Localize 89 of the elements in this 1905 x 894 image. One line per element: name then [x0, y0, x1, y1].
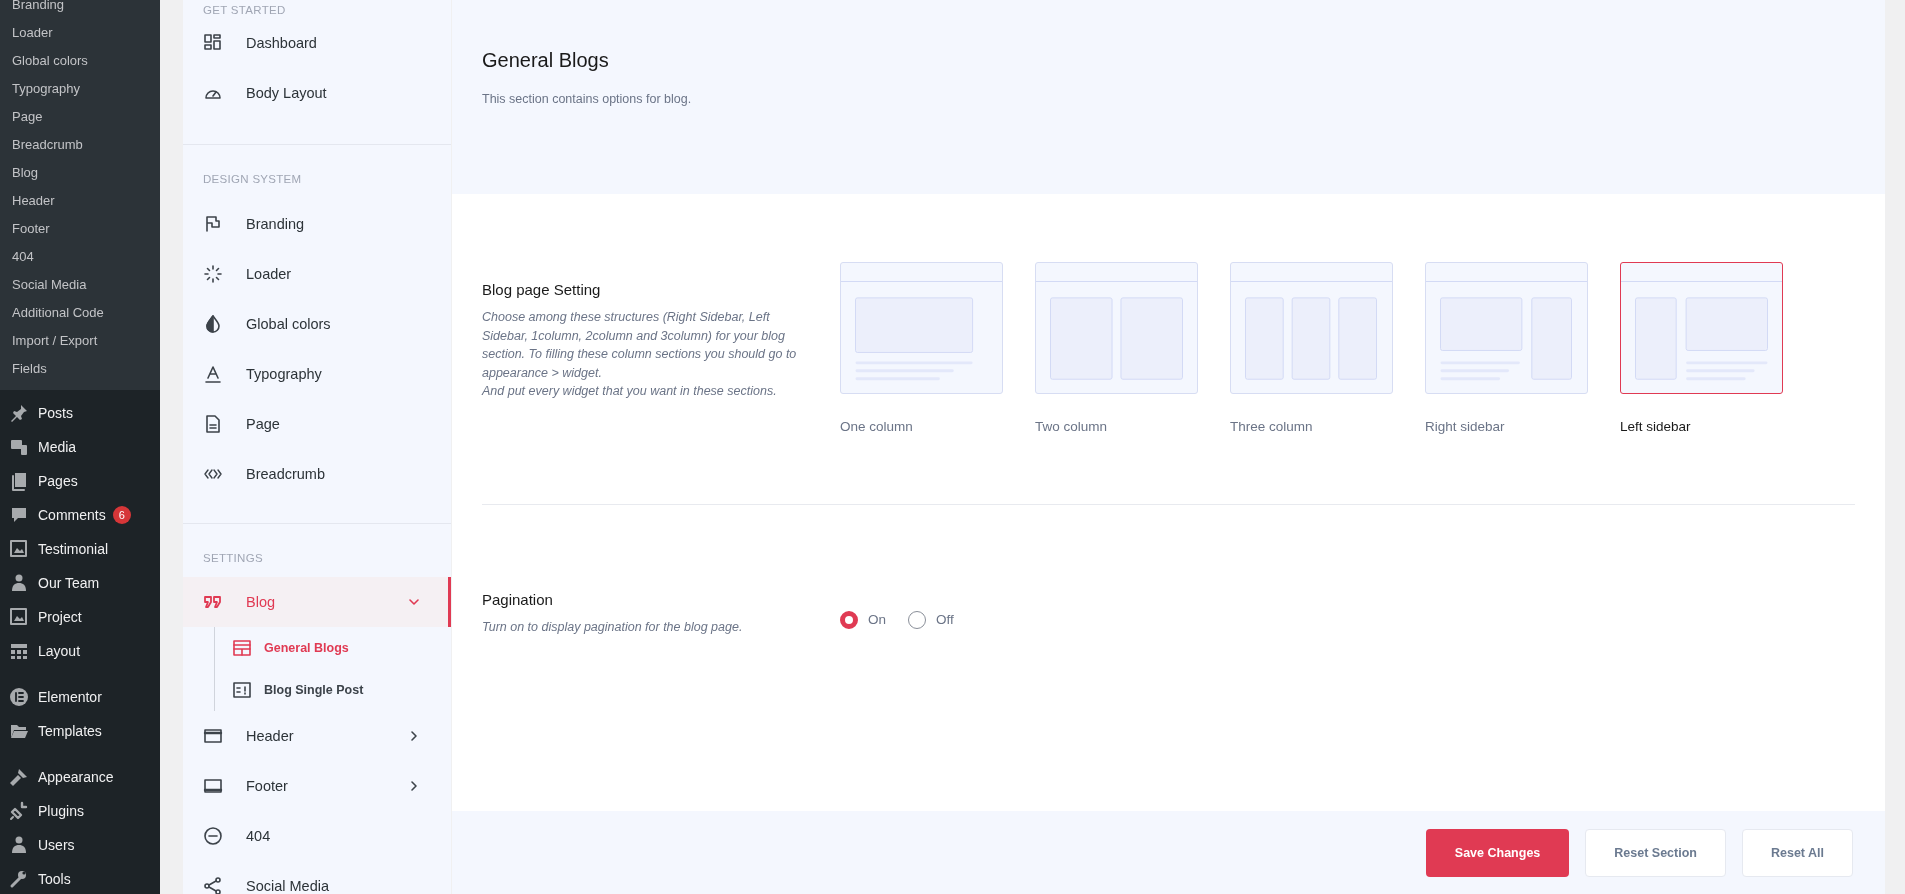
submenu-link[interactable]: Breadcrumb [0, 130, 83, 158]
submenu-link[interactable]: 404 [0, 242, 34, 270]
save-button[interactable]: Save Changes [1425, 828, 1570, 877]
submenu-link[interactable]: Loader [0, 18, 53, 46]
section-heading: GET STARTED [202, 3, 286, 18]
person-icon [9, 835, 29, 855]
nav-item[interactable]: Global colors [183, 299, 451, 349]
person-icon [9, 573, 29, 593]
flag-icon [203, 214, 223, 234]
radio-label: On [868, 612, 886, 628]
menu-link[interactable]: Users [38, 837, 75, 853]
reset-button[interactable]: Reset Section [1585, 828, 1726, 877]
setting-title: Pagination [482, 591, 553, 608]
layout-icon [232, 638, 252, 658]
layout-option-label: Two column [1035, 419, 1108, 434]
menu-link[interactable]: Templates [38, 723, 102, 739]
setting-title: Blog page Setting [482, 281, 601, 298]
window-icon [203, 726, 223, 746]
menu-link[interactable]: Project [38, 609, 82, 625]
speech-bubble-icon [9, 505, 29, 525]
pin-icon [9, 403, 29, 423]
menu-link[interactable]: Our Team [38, 575, 100, 591]
menu-link[interactable]: Testimonial [38, 541, 109, 557]
half-drop-icon [203, 314, 223, 334]
pages-icon [9, 471, 29, 491]
nav-item[interactable]: 404 [183, 811, 451, 861]
nav-item[interactable]: Header [183, 711, 451, 761]
spinner-icon [203, 264, 223, 284]
menu-link[interactable]: Pages [38, 473, 78, 489]
minus-circle-icon [203, 826, 223, 846]
menu-link[interactable]: Layout [38, 643, 81, 659]
nav-item[interactable]: Blog [183, 577, 451, 627]
setting-description: Choose among these structures (Right Sidebar, Left Sidebar, 1column, 2column and 3column) for your blog section. To filling these column sections you should go to appearance > widget. And put every widget that you want in these sections. [482, 309, 798, 400]
menu-link[interactable]: Elementor [38, 689, 102, 705]
nav-item[interactable]: Page [183, 399, 451, 449]
radio-label: Off [936, 612, 954, 628]
nav-subitem[interactable]: Blog Single Post [215, 669, 451, 711]
nav-item[interactable]: Loader [183, 249, 451, 299]
submenu-link[interactable]: Import / Export [0, 326, 98, 354]
submenu-link[interactable]: Typography [0, 74, 80, 102]
share-icon [203, 876, 223, 894]
grid-icon [9, 641, 29, 661]
media-icon [9, 437, 29, 457]
letter-a-icon [203, 364, 223, 384]
layout-option-card[interactable] [1620, 262, 1783, 394]
document-icon [203, 414, 223, 434]
menu-link[interactable]: Posts [38, 405, 73, 421]
submenu-link[interactable]: Footer [0, 214, 50, 242]
picture-frame-icon [9, 607, 29, 627]
letter-e-circle-icon [9, 687, 29, 707]
submenu-link[interactable]: Header [0, 186, 55, 214]
nav-item[interactable]: Footer [183, 761, 451, 811]
radio-button[interactable] [840, 610, 858, 629]
section-heading: SETTINGS [202, 551, 263, 566]
layout-option-label: Left sidebar [1620, 419, 1691, 434]
page-description: This section contains options for blog. [482, 92, 692, 106]
grid-icon [203, 33, 223, 53]
section-heading: DESIGN SYSTEM [202, 172, 302, 187]
layout-option-label: Right sidebar [1425, 419, 1505, 434]
submenu-link[interactable]: Global colors [0, 46, 88, 74]
nav-subitem[interactable]: General Blogs [215, 627, 451, 669]
nav-item[interactable]: Breadcrumb [183, 449, 451, 499]
menu-link[interactable]: Tools [38, 871, 71, 887]
submenu-link[interactable]: Blog [0, 158, 39, 186]
picture-frame-icon [9, 539, 29, 559]
menu-link[interactable]: Media [38, 439, 77, 455]
wrench-icon [9, 869, 29, 889]
window-icon [203, 776, 223, 796]
submenu-link[interactable]: Social Media [0, 270, 87, 298]
reset-button[interactable]: Reset All [1741, 828, 1853, 877]
submenu-link[interactable]: Fields [0, 354, 47, 382]
nav-item[interactable]: Branding [183, 199, 451, 249]
radio-button[interactable] [908, 610, 926, 629]
nav-item[interactable]: Body Layout [183, 68, 451, 118]
count-badge: 6 [112, 506, 131, 524]
submenu-link[interactable]: Branding [0, 0, 65, 18]
nav-item[interactable]: Typography [183, 349, 451, 399]
layout-option-label: One column [840, 419, 913, 434]
page-title: General Blogs [482, 49, 609, 72]
submenu-link[interactable]: Page [0, 102, 43, 130]
submenu-link[interactable]: Additional Code [0, 298, 104, 326]
menu-link[interactable]: Plugins [38, 803, 84, 819]
menu-link[interactable]: Comments [38, 507, 106, 523]
document-list-icon [232, 680, 252, 700]
menu-link[interactable]: Appearance [38, 769, 114, 785]
setting-description: Turn on to display pagination for the blog page. [482, 619, 744, 636]
layout-option-label: Three column [1230, 419, 1313, 434]
nav-item[interactable]: Dashboard [183, 18, 451, 68]
nav-item[interactable]: Social Media [183, 861, 451, 894]
